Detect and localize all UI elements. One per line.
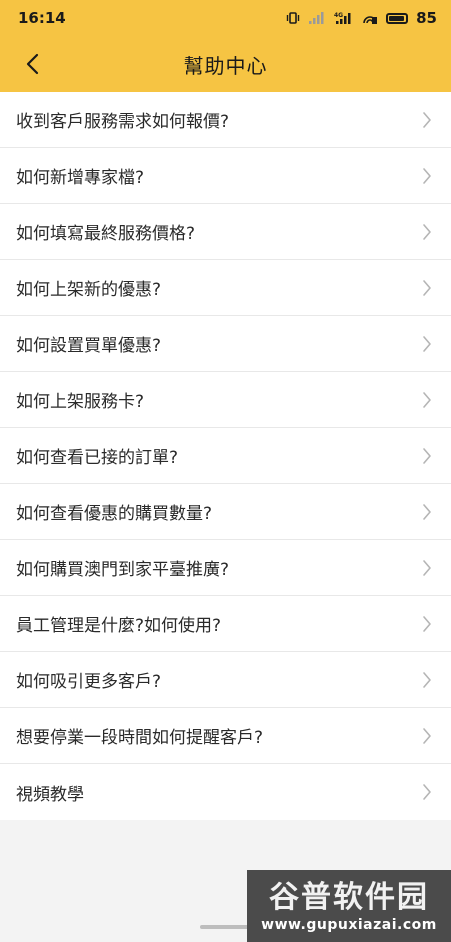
list-item[interactable]: 如何吸引更多客戶?	[0, 652, 451, 708]
chevron-left-icon	[26, 53, 39, 75]
signal-icon	[308, 11, 326, 25]
help-topic-list: 收到客戶服務需求如何報價? 如何新增專家檔? 如何填寫最終服務價格? 如何上架新的優惠…	[0, 92, 451, 820]
list-item-label: 收到客戶服務需求如何報價?	[16, 112, 230, 132]
chevron-right-icon	[421, 167, 433, 185]
svg-text:4G: 4G	[334, 12, 343, 19]
list-item-label: 如何吸引更多客戶?	[16, 672, 162, 692]
chevron-right-icon	[421, 727, 433, 745]
list-item[interactable]: 如何查看優惠的購買數量?	[0, 484, 451, 540]
chevron-right-icon	[421, 223, 433, 241]
list-item[interactable]: 想要停業一段時間如何提醒客戶?	[0, 708, 451, 764]
chevron-right-icon	[421, 279, 433, 297]
list-item[interactable]: 如何新增專家檔?	[0, 148, 451, 204]
hd-icon	[362, 11, 378, 25]
list-item[interactable]: 如何購買澳門到家平臺推廣?	[0, 540, 451, 596]
list-item-label: 如何查看已接的訂單?	[16, 448, 179, 468]
nav-bar: 幫助中心	[0, 36, 451, 92]
watermark-title: 谷普软件园	[269, 880, 429, 915]
chevron-right-icon	[421, 391, 433, 409]
battery-level: 85	[416, 9, 437, 27]
list-item[interactable]: 視頻教學	[0, 764, 451, 820]
vibrate-icon	[286, 11, 300, 25]
chevron-right-icon	[421, 671, 433, 689]
list-item-label: 如何新增專家檔?	[16, 168, 145, 188]
list-item-label: 如何填寫最終服務價格?	[16, 224, 196, 244]
chevron-right-icon	[421, 447, 433, 465]
list-item-label: 視頻教學	[16, 784, 84, 805]
list-item-label: 如何購買澳門到家平臺推廣?	[16, 560, 230, 580]
watermark-logo: 谷普软件园 www.gupuxiazai.com	[247, 870, 451, 942]
chevron-right-icon	[421, 335, 433, 353]
list-item[interactable]: 如何查看已接的訂單?	[0, 428, 451, 484]
list-item[interactable]: 收到客戶服務需求如何報價?	[0, 92, 451, 148]
battery-icon	[386, 11, 409, 25]
status-icons: 4G 85	[286, 9, 437, 27]
list-item[interactable]: 如何上架服務卡?	[0, 372, 451, 428]
chevron-right-icon	[421, 111, 433, 129]
list-item-label: 如何上架新的優惠?	[16, 280, 162, 300]
list-item-label: 員工管理是什麼?如何使用?	[16, 616, 222, 636]
list-item[interactable]: 員工管理是什麼?如何使用?	[0, 596, 451, 652]
chevron-right-icon	[421, 615, 433, 633]
top-bar: 16:14 4G 85 幫助中心	[0, 0, 451, 92]
back-button[interactable]	[18, 50, 46, 78]
watermark-url: www.gupuxiazai.com	[261, 917, 437, 933]
list-item-label: 如何查看優惠的購買數量?	[16, 504, 213, 524]
list-item-label: 想要停業一段時間如何提醒客戶?	[16, 728, 264, 748]
chevron-right-icon	[421, 559, 433, 577]
list-item[interactable]: 如何上架新的優惠?	[0, 260, 451, 316]
4g-signal-icon: 4G	[334, 11, 354, 25]
list-item-label: 如何設置買單優惠?	[16, 336, 162, 356]
page-title: 幫助中心	[183, 53, 268, 78]
chevron-right-icon	[421, 783, 433, 801]
status-time: 16:14	[18, 9, 66, 27]
chevron-right-icon	[421, 503, 433, 521]
status-bar: 16:14 4G 85	[0, 0, 451, 36]
list-item[interactable]: 如何設置買單優惠?	[0, 316, 451, 372]
list-item-label: 如何上架服務卡?	[16, 392, 145, 412]
list-item[interactable]: 如何填寫最終服務價格?	[0, 204, 451, 260]
